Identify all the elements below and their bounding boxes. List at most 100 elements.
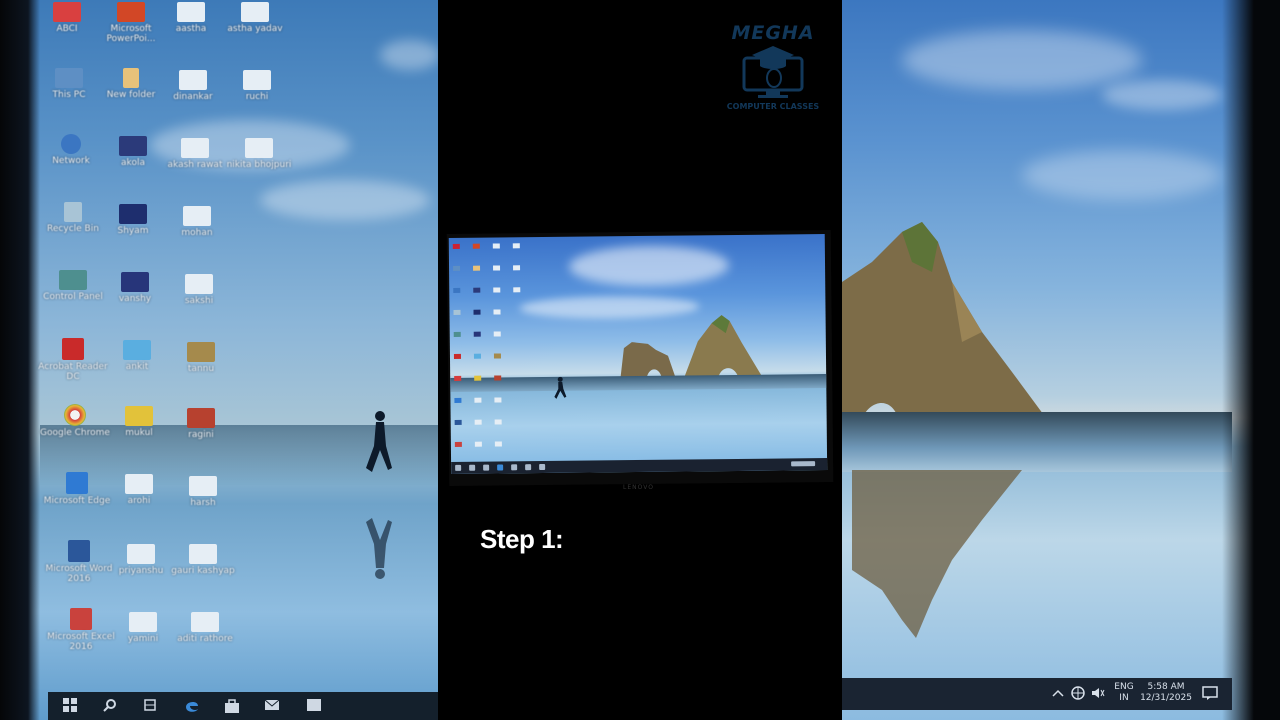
folder-icon [185,274,213,294]
desktop-icon[interactable]: ragini [166,408,236,440]
monitor-brand: LENOVO [623,484,654,491]
sea-horizon [450,374,827,392]
language-indicator[interactable]: ENG IN [1112,682,1136,704]
folder-icon [191,612,219,632]
folder-icon [127,544,155,564]
desktop-icon[interactable]: Acrobat Reader DC [38,338,108,382]
region-code: IN [1119,693,1129,703]
desktop-icon[interactable]: ankit [102,340,172,372]
desktop-icon[interactable]: Microsoft Edge [42,472,112,506]
graduation-monitor-icon [742,46,804,98]
mini-start-icon [455,464,462,471]
volume-icon[interactable] [1090,686,1106,702]
desktop-icon[interactable]: sakshi [164,274,234,306]
desktop-icon[interactable]: nikita bhojpuri [224,138,294,170]
sea-arch-rock [620,342,677,381]
desktop-icon[interactable]: Google Chrome [40,404,110,438]
cloud [568,245,730,287]
desktop-icon[interactable]: arohi [104,474,174,506]
panel-edge-shadow [0,0,40,720]
mini-icon [454,441,462,447]
folder-icon [243,70,271,90]
image-icon [119,136,147,156]
desktop-icon[interactable]: akash rawat [160,138,230,170]
sea-horizon [842,412,1232,472]
image-icon [187,342,215,362]
step-caption: Step 1: [480,524,564,554]
excel-icon [70,608,92,630]
mini-icon [474,441,482,447]
desktop-icon[interactable]: gauri kashyap [168,544,238,576]
monitor [446,229,834,487]
running-figure-silhouette [554,376,567,399]
desktop-icon[interactable]: Microsoft Word 2016 [44,540,114,584]
desktop-icon[interactable]: mohan [162,206,232,238]
mini-icon [454,419,462,425]
mini-mail-icon [525,464,532,471]
mini-icon [494,441,502,447]
desktop-icon[interactable]: aditi rathore [170,612,240,644]
mini-icon [512,243,520,249]
folder-icon [189,476,217,496]
clock[interactable]: 5:58 AM 12/31/2025 [1140,682,1192,704]
right-zoomed-wallpaper: ENG IN 5:58 AM 12/31/2025 [842,0,1280,720]
desktop-icon[interactable]: priyanshu [106,544,176,576]
desktop-icon[interactable]: This PC [34,68,104,100]
desktop-icon[interactable]: vanshy [100,272,170,304]
desktop-icon[interactable]: New folder [96,68,166,100]
mini-desktop-icons [449,234,825,447]
folder-icon [245,138,273,158]
search-icon[interactable] [102,698,118,714]
desktop-icon[interactable]: akola [98,136,168,168]
start-icon[interactable] [62,698,78,714]
desktop-icon[interactable]: Network [36,134,106,166]
cloud [1102,80,1222,110]
store-icon[interactable] [224,698,240,714]
notification-icon[interactable] [1202,686,1218,702]
mini-icon [493,353,501,359]
file-icon[interactable] [306,698,322,714]
desktop-icon[interactable]: ruchi [222,70,292,102]
folder-icon [181,138,209,158]
mini-icon [473,309,481,315]
desktop-icon[interactable]: yamini [108,612,178,644]
mini-icon [473,265,481,271]
mini-icon [473,353,481,359]
mini-icon [454,397,462,403]
mail-icon[interactable] [264,698,280,714]
edge-icon[interactable] [184,698,200,714]
chevron-up-icon[interactable] [1050,686,1066,702]
mini-icon [493,287,501,293]
desktop-icon[interactable]: Microsoft Excel 2016 [46,608,116,652]
image-icon [187,408,215,428]
control-panel-icon [59,270,87,290]
desktop-icon[interactable]: ABCI [32,2,102,34]
desktop-icon[interactable]: dinankar [158,70,228,102]
desktop-icon[interactable]: astha yadav [220,2,290,34]
taskbar [48,692,438,720]
mini-icon [494,419,502,425]
desktop-icon[interactable]: harsh [168,476,238,508]
center-video-frame: MEGHA COMPUTER CLASSES LENOVO Step 1: [438,0,842,720]
logo-title: MEGHA [731,22,815,44]
desktop-icon[interactable]: aastha [156,2,226,34]
mini-icon [493,331,501,337]
folder-icon [177,2,205,22]
mini-search-icon [469,464,476,471]
desktop-icon[interactable]: Control Panel [38,270,108,302]
panel-edge-shadow [1222,0,1280,720]
edge-icon [66,472,88,494]
network-tray-icon[interactable] [1070,686,1086,702]
desktop-icon[interactable]: Shyam [98,204,168,236]
mini-taskview-icon [483,464,490,471]
desktop-icon[interactable]: tannu [166,342,236,374]
mini-icon [453,353,461,359]
mini-icon [474,397,482,403]
folder-icon [189,544,217,564]
task-view-icon[interactable] [142,698,158,714]
mini-file-icon [539,463,546,471]
mini-icon [472,243,480,249]
desktop-icon[interactable]: mukul [104,406,174,438]
folder-icon [129,612,157,632]
mini-icon [473,287,481,293]
